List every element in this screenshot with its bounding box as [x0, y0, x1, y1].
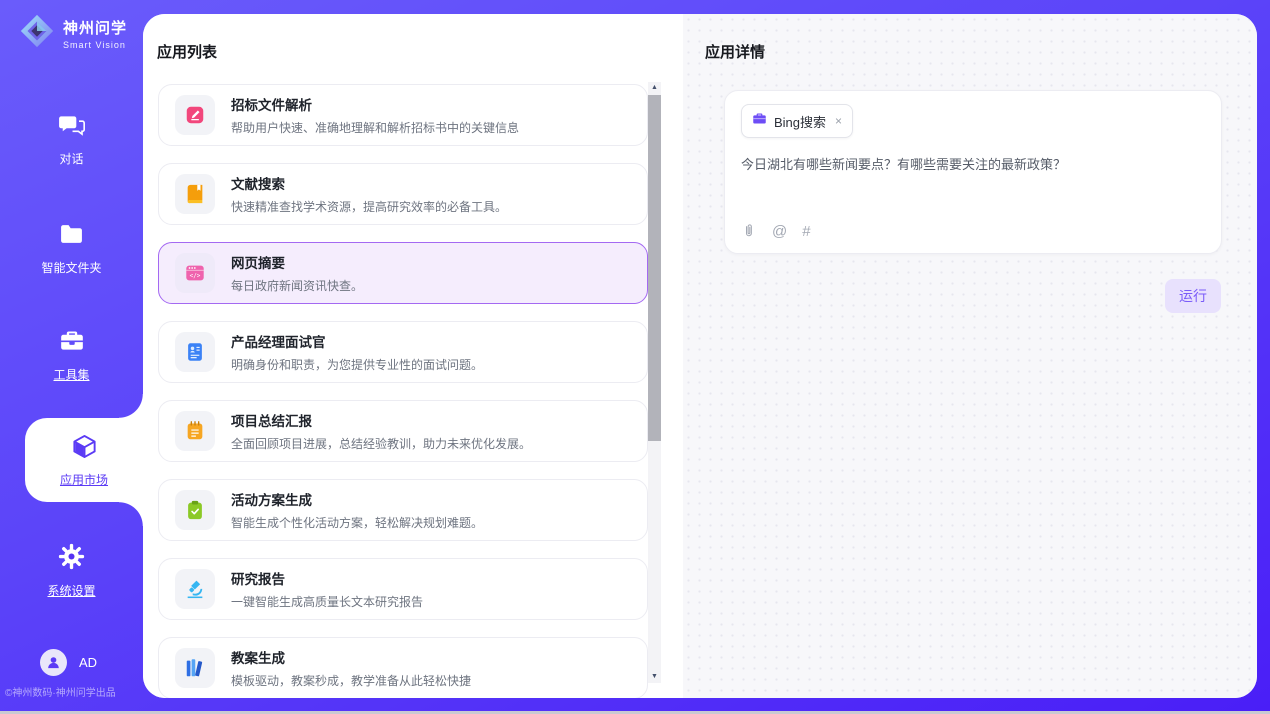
app-card-lesson-plan[interactable]: 教案生成 模板驱动，教案秒成，教学准备从此轻松快捷	[158, 637, 648, 698]
app-card-desc: 帮助用户快速、准确地理解和解析招标书中的关键信息	[231, 119, 519, 136]
app-card-title: 活动方案生成	[231, 489, 483, 509]
tool-tag-label: Bing搜索	[774, 112, 826, 131]
app-card-desc: 明确身份和职责，为您提供专业性的面试问题。	[231, 356, 483, 373]
app-card-desc: 每日政府新闻资讯快查。	[231, 277, 363, 294]
chat-icon	[58, 112, 86, 143]
notepad-icon	[175, 411, 215, 451]
app-card-title: 招标文件解析	[231, 94, 519, 114]
sidebar-item-smart-folder[interactable]: 智能文件夹	[0, 222, 143, 276]
books-icon	[175, 648, 215, 688]
sidebar-item-label: 应用市场	[60, 471, 108, 488]
app-card-title: 产品经理面试官	[231, 331, 483, 351]
app-card-bid-parse[interactable]: 招标文件解析 帮助用户快速、准确地理解和解析招标书中的关键信息	[158, 84, 648, 146]
app-card-title: 文献搜索	[231, 173, 507, 193]
app-card-desc: 快速精准查找学术资源，提高研究效率的必备工具。	[231, 198, 507, 215]
app-card-title: 项目总结汇报	[231, 410, 531, 430]
resume-icon	[175, 332, 215, 372]
folder-icon	[58, 222, 85, 252]
gem-logo-icon	[18, 12, 56, 55]
remove-tag-icon[interactable]: ×	[835, 114, 842, 128]
sidebar-item-chat[interactable]: 对话	[0, 112, 143, 167]
composer-toolbar: @ #	[741, 222, 811, 240]
prompt-editor-card[interactable]: Bing搜索 × 今日湖北有哪些新闻要点？有哪些需要关注的最新政策？ @ #	[724, 90, 1222, 254]
sidebar-item-label: 对话	[59, 150, 83, 167]
hashtag-icon[interactable]: #	[802, 223, 810, 240]
svg-text:</>: </>	[190, 272, 201, 279]
app-card-event-plan[interactable]: 活动方案生成 智能生成个性化活动方案，轻松解决规划难题。	[158, 479, 648, 541]
app-card-title: 网页摘要	[231, 252, 363, 272]
app-card-desc: 智能生成个性化活动方案，轻松解决规划难题。	[231, 514, 483, 531]
microscope-icon	[175, 569, 215, 609]
sidebar-item-label: 智能文件夹	[41, 259, 101, 276]
tool-tag-bing-search[interactable]: Bing搜索 ×	[741, 104, 853, 138]
brand-subtitle: Smart Vision	[63, 40, 127, 50]
app-detail-title: 应用详情	[705, 41, 1257, 62]
scroll-up-icon[interactable]: ▲	[651, 82, 658, 94]
app-list-panel: 应用列表 招标文件解析 帮助用户快速、准确地理解和解析招标书中的关键信息	[143, 14, 683, 698]
content-area: 应用列表 招标文件解析 帮助用户快速、准确地理解和解析招标书中的关键信息	[143, 14, 1257, 698]
browser-code-icon: </>	[175, 253, 215, 293]
avatar	[40, 649, 67, 676]
clipboard-check-icon	[175, 490, 215, 530]
cube-icon	[71, 433, 98, 465]
app-list-title: 应用列表	[157, 41, 683, 62]
app-list-scrollbar[interactable]: ▲ ▼	[648, 82, 661, 683]
briefcase-icon	[752, 111, 767, 131]
app-card-research-report[interactable]: 研究报告 一键智能生成高质量长文本研究报告	[158, 558, 648, 620]
brand-name: 神州问学	[63, 17, 127, 38]
app-card-web-summary[interactable]: </> 网页摘要 每日政府新闻资讯快查。	[158, 242, 648, 304]
sidebar-item-label: 工具集	[53, 366, 89, 383]
app-card-list: 招标文件解析 帮助用户快速、准确地理解和解析招标书中的关键信息 文献搜索 快速精…	[158, 84, 648, 698]
sidebar-item-app-market[interactable]: 应用市场	[25, 418, 143, 502]
user-name: AD	[79, 655, 97, 670]
app-card-desc: 模板驱动，教案秒成，教学准备从此轻松快捷	[231, 672, 471, 689]
brand-logo: 神州问学 Smart Vision	[18, 12, 127, 55]
app-card-desc: 全面回顾项目进展，总结经验教训，助力未来优化发展。	[231, 435, 531, 452]
app-card-desc: 一键智能生成高质量长文本研究报告	[231, 593, 423, 610]
scroll-down-icon[interactable]: ▼	[651, 671, 658, 683]
app-card-pm-interviewer[interactable]: 产品经理面试官 明确身份和职责，为您提供专业性的面试问题。	[158, 321, 648, 383]
sidebar-item-settings[interactable]: 系统设置	[0, 543, 143, 599]
edit-document-icon	[175, 95, 215, 135]
user-profile[interactable]: AD	[40, 649, 97, 676]
mention-icon[interactable]: @	[772, 223, 787, 240]
sidebar-item-label: 系统设置	[47, 582, 95, 599]
sidebar-item-toolset[interactable]: 工具集	[0, 328, 143, 383]
attachment-icon[interactable]	[741, 222, 757, 240]
toolbox-icon	[58, 328, 86, 359]
sidebar: 神州问学 Smart Vision 对话 智能文件夹 工具集	[0, 0, 143, 714]
query-text-input[interactable]: 今日湖北有哪些新闻要点？有哪些需要关注的最新政策？	[741, 155, 1182, 175]
scrollbar-thumb[interactable]	[648, 95, 661, 441]
app-card-project-summary[interactable]: 项目总结汇报 全面回顾项目进展，总结经验教训，助力未来优化发展。	[158, 400, 648, 462]
run-button[interactable]: 运行	[1165, 279, 1221, 313]
app-card-title: 教案生成	[231, 647, 471, 667]
copyright-footer: ©神州数码·神州问学出品	[5, 684, 116, 699]
app-card-literature-search[interactable]: 文献搜索 快速精准查找学术资源，提高研究效率的必备工具。	[158, 163, 648, 225]
app-detail-panel: 应用详情 Bing搜索 × 今日湖北有哪些新闻要点？有哪些需要关注的最新政策？	[683, 14, 1257, 698]
app-card-title: 研究报告	[231, 568, 423, 588]
gear-icon	[58, 543, 85, 575]
book-icon	[175, 174, 215, 214]
